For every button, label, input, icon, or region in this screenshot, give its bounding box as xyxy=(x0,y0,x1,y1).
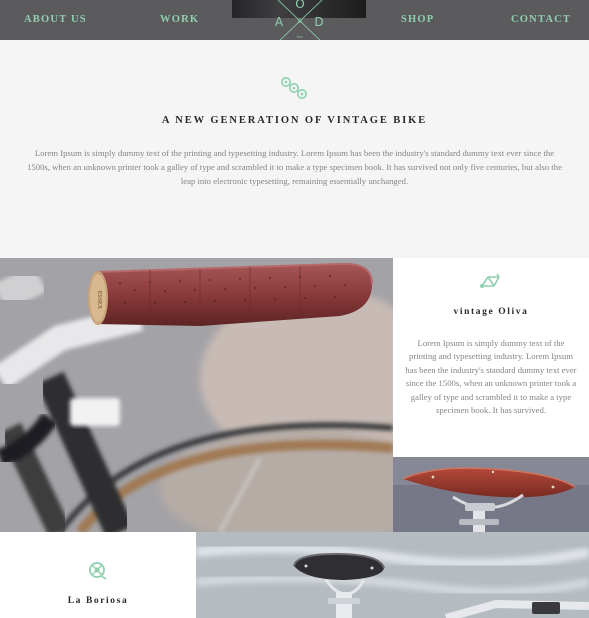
saddle-photo-black xyxy=(196,532,589,618)
bike-frame-icon xyxy=(480,273,500,288)
logo-ampersand: & xyxy=(298,18,303,25)
card-vintage-oliva[interactable]: vintage Oliva Lorem Ipsum is simply dumm… xyxy=(393,258,589,457)
brand-logo[interactable]: O A & D EST xyxy=(268,0,332,40)
card-text-oliva: Lorem Ipsum is simply dummy text of the … xyxy=(405,338,577,416)
intro-title: A NEW GENERATION OF VINTAGE BIKE xyxy=(161,115,428,126)
nav-shop[interactable]: SHOP xyxy=(401,14,434,25)
nav-work[interactable]: WORK xyxy=(160,14,199,25)
logo-letter-o: O xyxy=(295,0,304,11)
saddle-photo-brown xyxy=(393,457,589,532)
handlebar-brand-label: ESSEX xyxy=(96,291,102,310)
gear-wheel-icon xyxy=(89,562,107,580)
intro-section: A NEW GENERATION OF VINTAGE BIKE Lorem I… xyxy=(0,40,589,258)
nav-contact[interactable]: CONTACT xyxy=(511,14,571,25)
handlebar-photo: ESSEX xyxy=(0,258,393,532)
chain-link-icon xyxy=(281,77,307,99)
logo-letter-d: D xyxy=(314,15,323,29)
card-title-oliva: vintage Oliva xyxy=(453,307,529,317)
nav-about-us[interactable]: ABOUT US xyxy=(24,14,87,25)
intro-text: Lorem Ipsum is simply dummy text of the … xyxy=(27,148,562,186)
top-navigation: ABOUT US WORK SHOP CONTACT O A & D EST xyxy=(0,0,589,40)
logo-letter-a: A xyxy=(275,15,284,29)
logo-small-text: EST xyxy=(297,35,303,39)
card-title-boriosa: La Boriosa xyxy=(67,596,129,606)
card-la-boriosa[interactable]: La Boriosa xyxy=(0,532,196,618)
